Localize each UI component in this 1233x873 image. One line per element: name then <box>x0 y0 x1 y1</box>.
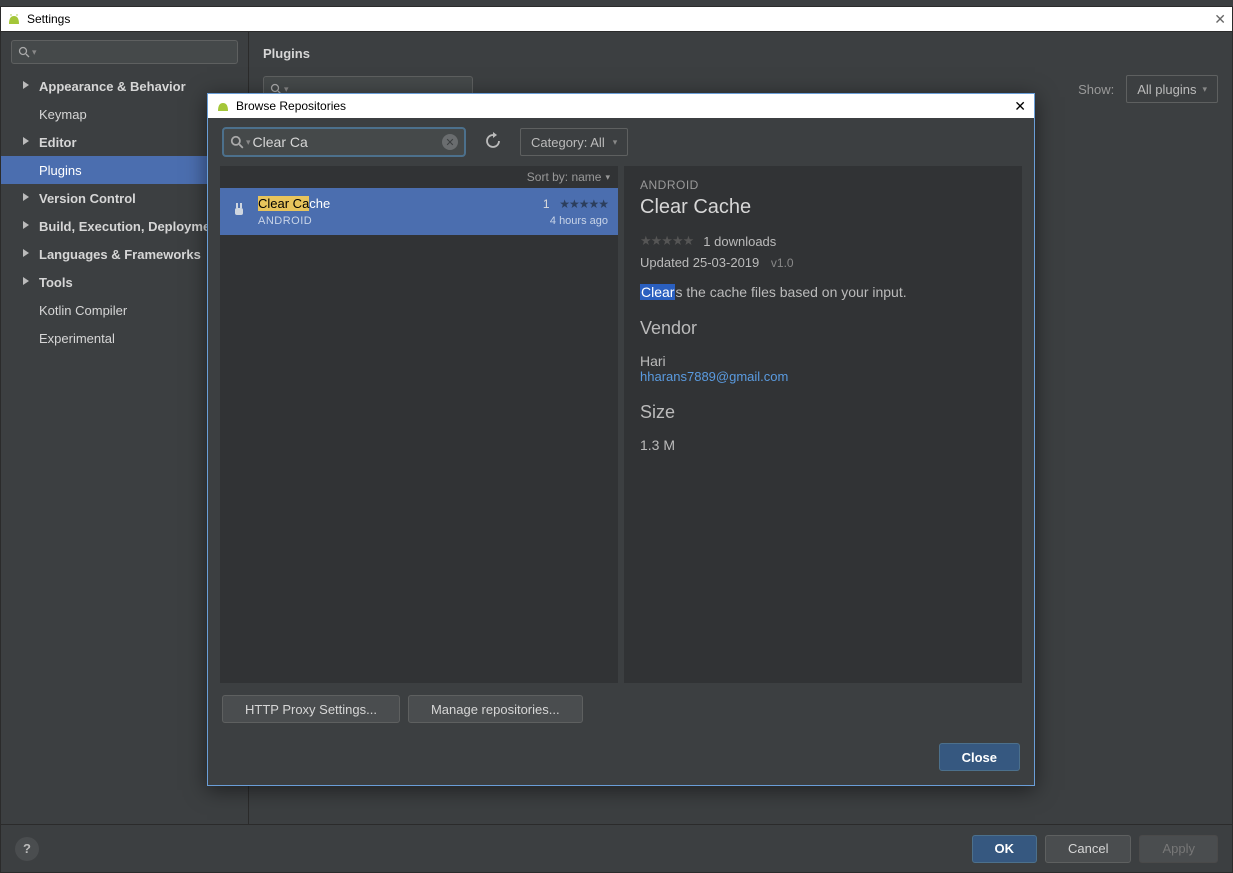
modal-search-input[interactable] <box>253 134 442 150</box>
chevron-down-icon: ▾ <box>32 47 37 58</box>
modal-content: Sort by: name ▾ Clear Cache ANDROID 1 ★★… <box>220 166 1022 683</box>
modal-secondary-buttons: HTTP Proxy Settings... Manage repositori… <box>208 683 1034 735</box>
size-heading: Size <box>640 402 1006 423</box>
result-download-count: 1 <box>543 197 550 211</box>
tree-expand-icon <box>21 136 33 148</box>
plugin-result-item[interactable]: Clear Cache ANDROID 1 ★★★★★ 4 hours ago <box>220 188 618 235</box>
modal-close-icon[interactable]: ✕ <box>1014 98 1026 115</box>
panel-title: Plugins <box>249 32 1232 69</box>
tree-expand-icon <box>21 220 33 232</box>
show-filter-dropdown[interactable]: All plugins ▾ <box>1126 75 1218 103</box>
tree-expand-icon <box>21 192 33 204</box>
search-icon <box>18 46 30 58</box>
sidebar-item-label: Languages & Frameworks <box>39 247 201 262</box>
stars-icon: ★★★★★ <box>640 233 693 249</box>
chevron-down-icon: ▾ <box>246 137 251 148</box>
chevron-down-icon: ▾ <box>1202 84 1207 95</box>
help-icon[interactable]: ? <box>15 837 39 861</box>
vendor-name: Hari <box>640 353 1006 369</box>
desc-rest: s the cache files based on your input. <box>675 284 906 300</box>
ok-button[interactable]: OK <box>972 835 1038 863</box>
result-side: 1 ★★★★★ 4 hours ago <box>543 196 608 227</box>
stars-icon: ★★★★★ <box>559 197 608 211</box>
http-proxy-button[interactable]: HTTP Proxy Settings... <box>222 695 400 723</box>
modal-title: Browse Repositories <box>236 99 346 113</box>
settings-footer: ? OK Cancel Apply <box>1 824 1232 872</box>
show-filter-value: All plugins <box>1137 82 1196 97</box>
cancel-button[interactable]: Cancel <box>1045 835 1131 863</box>
sidebar-item-label: Keymap <box>39 107 87 122</box>
android-icon <box>7 14 21 24</box>
detail-meta: ★★★★★ 1 downloads <box>640 233 1006 249</box>
modal-footer: Close <box>208 735 1034 785</box>
detail-title: Clear Cache <box>640 196 1006 219</box>
detail-version: v1.0 <box>771 256 794 270</box>
sort-row[interactable]: Sort by: name ▾ <box>220 166 618 188</box>
sidebar-item-label: Kotlin Compiler <box>39 303 127 318</box>
sort-label: Sort by: name <box>527 170 602 184</box>
close-button[interactable]: Close <box>939 743 1020 771</box>
settings-close-icon[interactable]: ✕ <box>1214 11 1226 28</box>
modal-toolbar: ▾ ✕ Category: All ▾ <box>208 118 1034 166</box>
detail-updated-row: Updated 25-03-2019 v1.0 <box>640 255 1006 270</box>
settings-title: Settings <box>27 12 70 26</box>
tree-expand-icon <box>21 276 33 288</box>
chevron-down-icon: ▾ <box>613 137 618 148</box>
results-list: Sort by: name ▾ Clear Cache ANDROID 1 ★★… <box>220 166 618 683</box>
detail-updated: Updated 25-03-2019 <box>640 255 759 270</box>
result-category: ANDROID <box>258 215 543 227</box>
chevron-down-icon: ▾ <box>605 172 610 183</box>
size-value: 1.3 M <box>640 437 1006 453</box>
tree-expand-icon <box>21 248 33 260</box>
result-rating-row: 1 ★★★★★ <box>543 196 608 211</box>
sidebar-item-label: Editor <box>39 135 77 150</box>
sidebar-search[interactable]: ▾ <box>11 40 238 64</box>
result-highlight: Clear Ca <box>258 196 309 211</box>
sidebar-item-label: Experimental <box>39 331 115 346</box>
category-dropdown[interactable]: Category: All ▾ <box>520 128 628 156</box>
sidebar-item-label: Version Control <box>39 191 136 206</box>
clear-search-icon[interactable]: ✕ <box>442 134 458 150</box>
sidebar-item-label: Tools <box>39 275 73 290</box>
sidebar-item-label: Build, Execution, Deployment <box>39 219 222 234</box>
result-title: Clear Cache <box>258 196 543 211</box>
refresh-icon[interactable] <box>480 128 506 157</box>
sidebar-item-label: Plugins <box>39 163 82 178</box>
manage-repos-button[interactable]: Manage repositories... <box>408 695 583 723</box>
desc-highlight: Clear <box>640 284 675 300</box>
modal-search-field[interactable]: ▾ ✕ <box>222 127 466 157</box>
detail-category: ANDROID <box>640 178 1006 192</box>
tree-expand-icon <box>21 80 33 92</box>
show-label: Show: <box>1078 82 1114 97</box>
vendor-heading: Vendor <box>640 318 1006 339</box>
vendor-email-link[interactable]: hharans7889@gmail.com <box>640 369 1006 384</box>
detail-description: Clears the cache files based on your inp… <box>640 284 1006 300</box>
result-time: 4 hours ago <box>543 215 608 227</box>
result-title-rest: che <box>309 196 330 211</box>
settings-titlebar: Settings ✕ <box>1 7 1232 31</box>
apply-button[interactable]: Apply <box>1139 835 1218 863</box>
sidebar-item-label: Appearance & Behavior <box>39 79 186 94</box>
detail-downloads: 1 downloads <box>703 234 776 249</box>
android-icon <box>216 101 230 111</box>
category-value: Category: All <box>531 135 605 150</box>
modal-titlebar: Browse Repositories ✕ <box>208 94 1034 118</box>
plugin-detail-pane: ANDROID Clear Cache ★★★★★ 1 downloads Up… <box>624 166 1022 683</box>
browse-repositories-dialog: Browse Repositories ✕ ▾ ✕ Category: All … <box>207 93 1035 786</box>
result-main: Clear Cache ANDROID <box>258 196 543 227</box>
search-icon <box>230 135 244 149</box>
plugin-icon <box>230 200 248 221</box>
